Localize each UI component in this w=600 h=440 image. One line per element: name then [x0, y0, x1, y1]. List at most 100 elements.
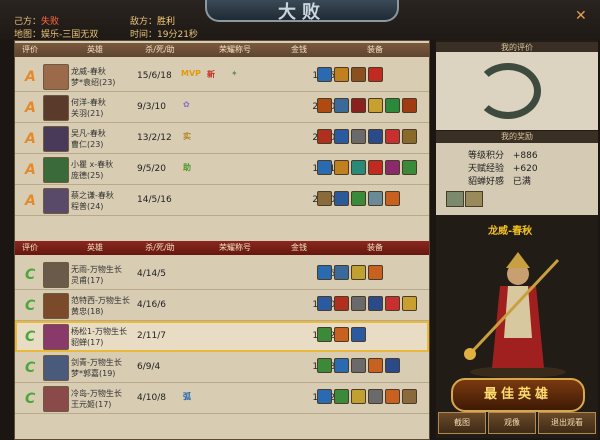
equip-item[interactable] [368, 160, 383, 175]
equip-item[interactable] [368, 296, 383, 311]
watch-replay-button[interactable]: 观像 [488, 412, 536, 434]
rating-c-icon [475, 63, 541, 119]
equip-item[interactable] [385, 296, 400, 311]
avatar [43, 157, 69, 183]
equip-item[interactable] [351, 129, 366, 144]
equip-item[interactable] [368, 265, 383, 280]
rating-icon: C [25, 267, 36, 283]
player-row[interactable]: A 吴凡-春秋 曹仁(23) 13/2/12 实 23103 [15, 123, 429, 154]
equip-item[interactable] [334, 389, 349, 404]
player-row-selected[interactable]: C 杨松1-万物生长 貂蝉(17) 2/11/7 11521 [15, 321, 429, 352]
equip-item[interactable] [368, 67, 383, 82]
player-row[interactable]: A 小瞿 x-春秋 庞德(25) 9/5/20 助 16118 [15, 154, 429, 185]
equip-item[interactable] [334, 327, 349, 342]
equip-item[interactable] [334, 98, 349, 113]
avatar [43, 262, 69, 288]
equip-item[interactable] [385, 389, 400, 404]
player-row[interactable]: A 蔡之谦-春秋 程普(24) 14/5/16 20507 [15, 185, 429, 216]
avatar [43, 324, 69, 350]
equip-item[interactable] [334, 191, 349, 206]
equip-item[interactable] [351, 191, 366, 206]
player-row[interactable]: A 何洋-春秋 关羽(21) 9/3/10 ✿ 20405 [15, 92, 429, 123]
equip-item[interactable] [317, 358, 332, 373]
new-badge: 新 [207, 70, 215, 79]
header-lose-team: 评价 英雄 杀/死/助 荣耀称号 金钱 装备 [15, 241, 429, 255]
equip-item[interactable] [317, 389, 332, 404]
rating-icon: A [25, 131, 36, 147]
time-info: 时间：19分21秒 [130, 30, 198, 40]
avatar [43, 386, 69, 412]
equip-item[interactable] [385, 191, 400, 206]
equip-item[interactable] [334, 358, 349, 373]
equip-item[interactable] [334, 296, 349, 311]
equip-item[interactable] [351, 67, 366, 82]
equip-item[interactable] [317, 129, 332, 144]
equip-item[interactable] [334, 160, 349, 175]
honor-badge: 助 [183, 163, 191, 172]
equip-item[interactable] [385, 129, 400, 144]
screenshot-button[interactable]: 截图 [438, 412, 486, 434]
player-row[interactable]: A 龙威-春秋 梦*袁绍(23) 15/6/18 MVP 新 ✦ 18559 [15, 61, 429, 92]
equip-item[interactable] [317, 191, 332, 206]
equip-item[interactable] [402, 160, 417, 175]
equip-item[interactable] [317, 327, 332, 342]
player-row[interactable]: C 无雨-万物生长 灵甫(17) 4/14/5 9567 [15, 259, 429, 290]
avatar [43, 126, 69, 152]
equip-item[interactable] [317, 160, 332, 175]
equip-item[interactable] [317, 296, 332, 311]
equip-item[interactable] [351, 389, 366, 404]
player-row[interactable]: C 范特西-万物生长 黄忠(18) 4/16/6 15706 [15, 290, 429, 321]
avatar [43, 95, 69, 121]
exit-watch-button[interactable]: 退出观看 [538, 412, 596, 434]
equip-item[interactable] [317, 67, 332, 82]
equip-item[interactable] [402, 389, 417, 404]
reward-item-icon[interactable] [446, 191, 464, 207]
equip-item[interactable] [402, 129, 417, 144]
equip-item[interactable] [334, 67, 349, 82]
equip-item[interactable] [385, 160, 400, 175]
avatar [43, 355, 69, 381]
honor-icon: ✦ [231, 69, 238, 78]
rating-icon: C [25, 298, 36, 314]
avatar [43, 64, 69, 90]
equipment-list [317, 98, 417, 113]
rating-icon: A [25, 193, 36, 209]
equip-item[interactable] [317, 98, 332, 113]
hero-portrait [464, 252, 566, 378]
equip-item[interactable] [368, 98, 383, 113]
equip-item[interactable] [351, 98, 366, 113]
equip-item[interactable] [351, 296, 366, 311]
equip-item[interactable] [402, 296, 417, 311]
rating-icon: A [25, 162, 36, 178]
mvp-badge: MVP [181, 69, 202, 78]
equip-item[interactable] [351, 160, 366, 175]
reward-line: 等级积分 +886 [468, 151, 538, 161]
equip-item[interactable] [368, 129, 383, 144]
equip-item[interactable] [351, 358, 366, 373]
honor-badge: 实 [183, 132, 191, 141]
player-row[interactable]: C 冷岛-万物生长 王元姬(17) 4/10/8 弧 14729 [15, 383, 429, 414]
equip-item[interactable] [317, 265, 332, 280]
reward-item-icon[interactable] [465, 191, 483, 207]
equip-item[interactable] [351, 265, 366, 280]
close-icon[interactable]: ✕ [575, 8, 587, 24]
honor-badge: 弧 [183, 392, 191, 401]
equipment-list [317, 67, 383, 82]
featured-player-name: 龙威-春秋 [488, 226, 533, 237]
equip-item[interactable] [385, 98, 400, 113]
equip-item[interactable] [334, 265, 349, 280]
equip-item[interactable] [402, 98, 417, 113]
equip-item[interactable] [334, 129, 349, 144]
rating-icon: A [25, 69, 36, 85]
equip-item[interactable] [351, 327, 366, 342]
equip-item[interactable] [368, 358, 383, 373]
best-hero-banner: 最佳英雄 [451, 378, 585, 412]
equipment-list [317, 191, 400, 206]
rating-icon: C [25, 391, 36, 407]
equip-item[interactable] [368, 191, 383, 206]
equip-item[interactable] [385, 358, 400, 373]
equipment-list [317, 265, 383, 280]
equipment-list [317, 389, 417, 404]
equip-item[interactable] [368, 389, 383, 404]
player-row[interactable]: C 剑青-万物生长 梦*郭嘉(19) 6/9/4 13787 [15, 352, 429, 383]
